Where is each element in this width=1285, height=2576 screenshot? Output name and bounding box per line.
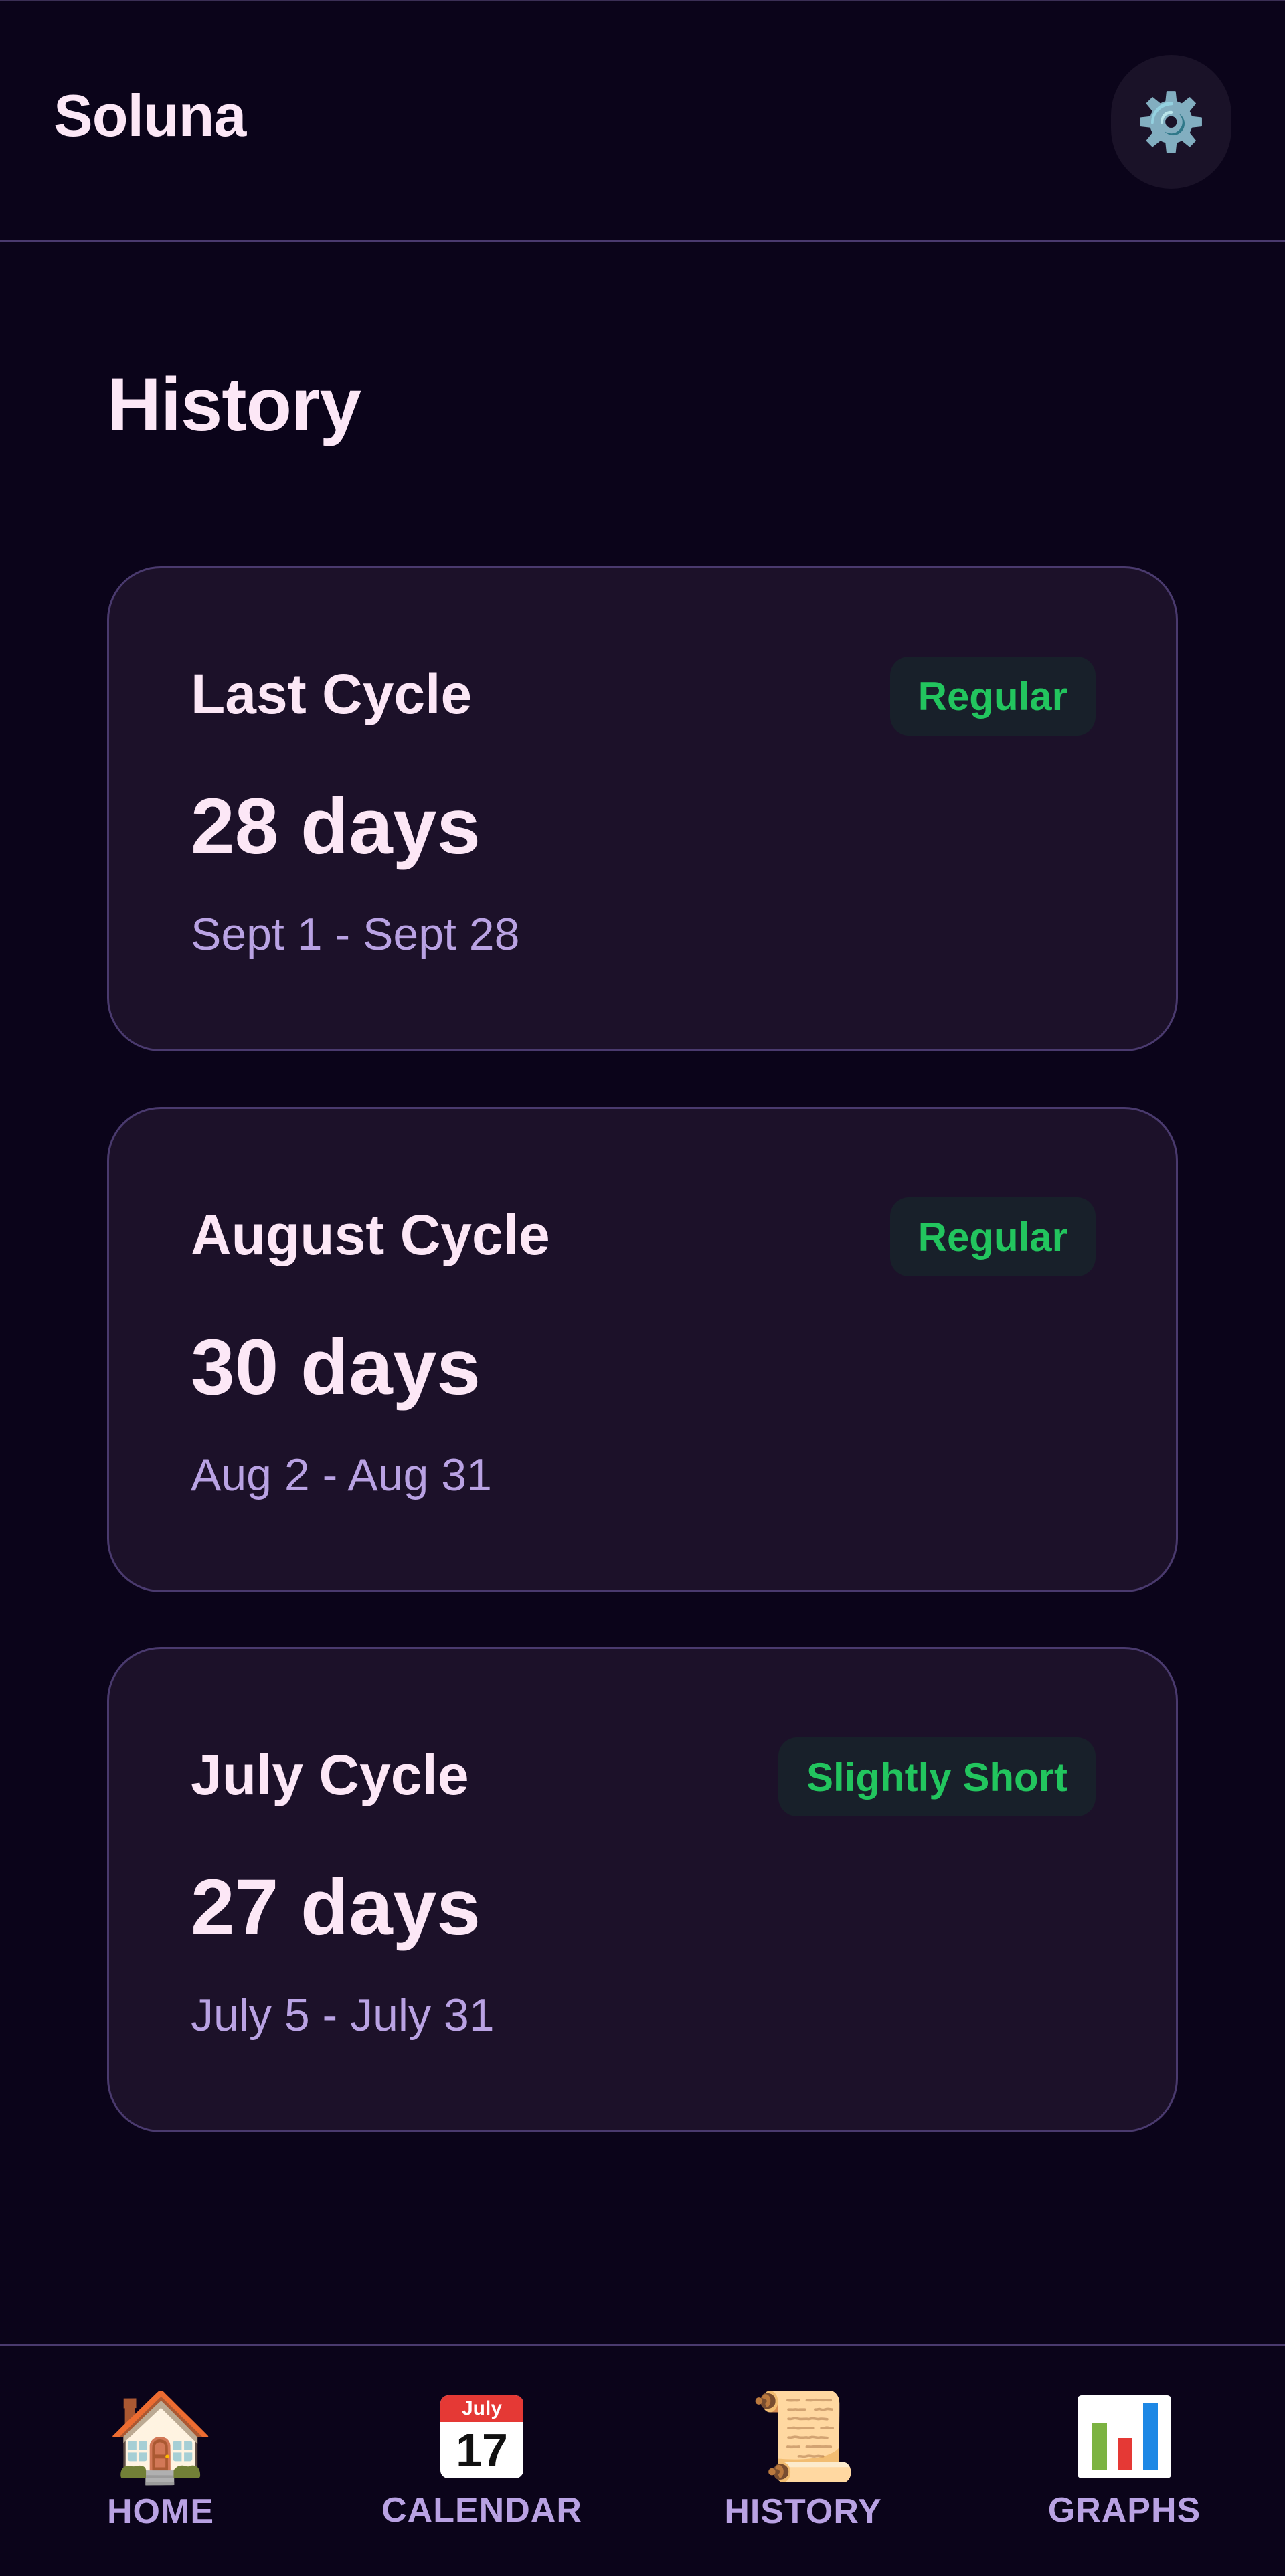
calendar-icon: July 17 (440, 2395, 523, 2478)
nav-label: HISTORY (724, 2492, 882, 2531)
cycle-card[interactable]: July Cycle Slightly Short 27 days July 5… (107, 1647, 1178, 2132)
calendar-icon-month: July (440, 2395, 523, 2422)
cycle-date-range: Sept 1 - Sept 28 (191, 909, 520, 960)
cycle-length: 28 days (191, 782, 481, 871)
nav-label: HOME (107, 2492, 214, 2531)
app-title: Soluna (54, 82, 246, 149)
nav-item-home[interactable]: 🏠 HOME (0, 2346, 321, 2576)
app-header: Soluna ⚙️ (0, 0, 1285, 242)
cycle-length: 30 days (191, 1323, 481, 1411)
page-title: History (107, 363, 361, 446)
status-badge: Regular (889, 657, 1096, 736)
bar-chart-icon (1078, 2395, 1171, 2478)
bottom-nav: 🏠 HOME July 17 CALENDAR 📜 HISTORY GRAPHS (0, 2344, 1285, 2574)
calendar-icon-day: 17 (456, 2424, 508, 2476)
status-badge: Regular (889, 1197, 1096, 1276)
gear-icon: ⚙️ (1136, 90, 1207, 153)
house-icon: 🏠 (106, 2387, 215, 2485)
cycle-title: July Cycle (191, 1743, 469, 1806)
cycle-title: Last Cycle (191, 663, 473, 725)
nav-label: GRAPHS (1047, 2491, 1201, 2530)
cycle-title: August Cycle (191, 1203, 550, 1266)
cycle-card[interactable]: August Cycle Regular 30 days Aug 2 - Aug… (107, 1107, 1178, 1592)
scroll-icon: 📜 (749, 2387, 857, 2485)
status-badge: Slightly Short (778, 1737, 1096, 1816)
nav-label: CALENDAR (381, 2491, 582, 2530)
cycle-card[interactable]: Last Cycle Regular 28 days Sept 1 - Sept… (107, 566, 1178, 1051)
nav-item-calendar[interactable]: July 17 CALENDAR (321, 2346, 642, 2576)
settings-button[interactable]: ⚙️ (1111, 55, 1231, 189)
nav-item-graphs[interactable]: GRAPHS (964, 2346, 1285, 2576)
cycle-date-range: Aug 2 - Aug 31 (191, 1450, 492, 1500)
cycle-date-range: July 5 - July 31 (191, 1990, 495, 2041)
nav-item-history[interactable]: 📜 HISTORY (642, 2346, 964, 2576)
cycle-length: 27 days (191, 1863, 481, 1952)
